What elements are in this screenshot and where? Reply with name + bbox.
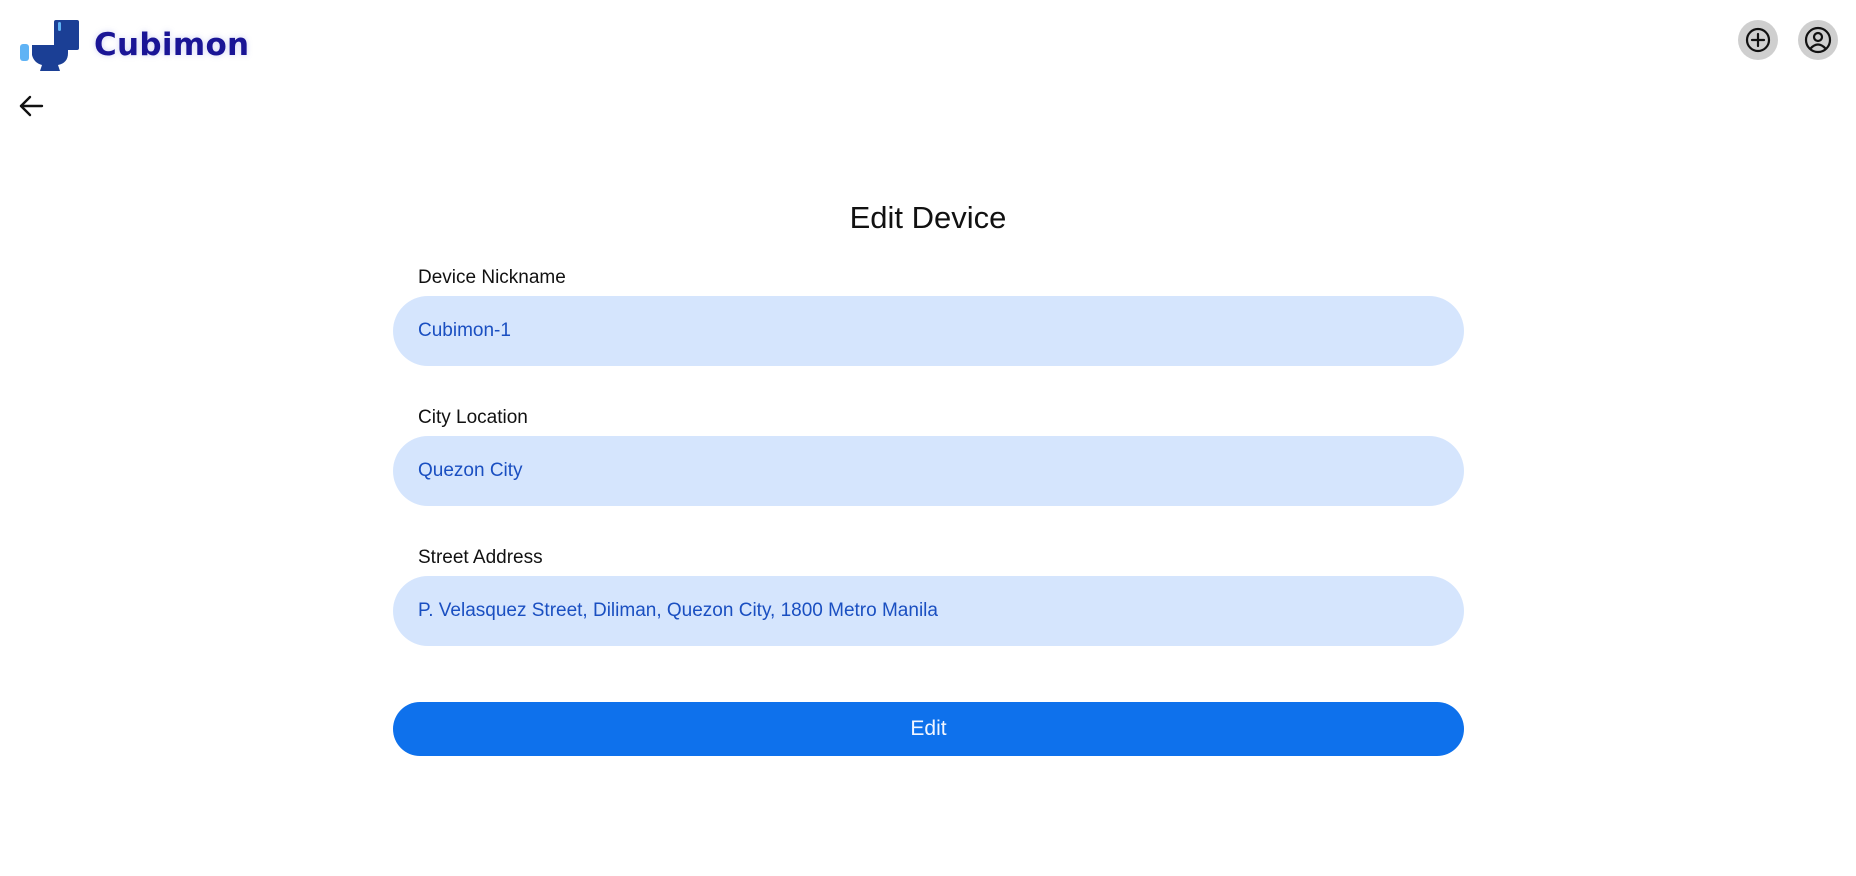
page-title: Edit Device — [849, 200, 1007, 235]
device-nickname-input[interactable] — [393, 296, 1464, 366]
add-device-button[interactable] — [1738, 20, 1778, 60]
profile-button[interactable] — [1798, 20, 1838, 60]
device-nickname-label: Device Nickname — [418, 267, 566, 288]
street-address-label: Street Address — [418, 547, 543, 568]
street-address-input[interactable] — [393, 576, 1464, 646]
header-actions — [1738, 20, 1838, 60]
edit-device-page: Cubimon Edit Device Device Nickname Cubi… — [0, 0, 1856, 876]
brand-name: Cubimon — [94, 27, 250, 63]
brand[interactable]: Cubimon — [20, 18, 249, 72]
toilet-icon — [20, 20, 79, 71]
plus-circle-icon — [1745, 27, 1771, 53]
account-circle-icon — [1804, 26, 1832, 54]
back-button[interactable] — [16, 92, 46, 120]
city-location-label: City Location — [418, 407, 528, 428]
arrow-left-icon — [19, 95, 44, 117]
device-nickname-field-group: Device Nickname — [393, 266, 1464, 366]
city-location-input[interactable] — [393, 436, 1464, 506]
city-location-field-group: City Location — [393, 406, 1464, 506]
edit-button[interactable]: Edit — [393, 702, 1464, 756]
street-address-field-group: Street Address — [393, 546, 1464, 646]
